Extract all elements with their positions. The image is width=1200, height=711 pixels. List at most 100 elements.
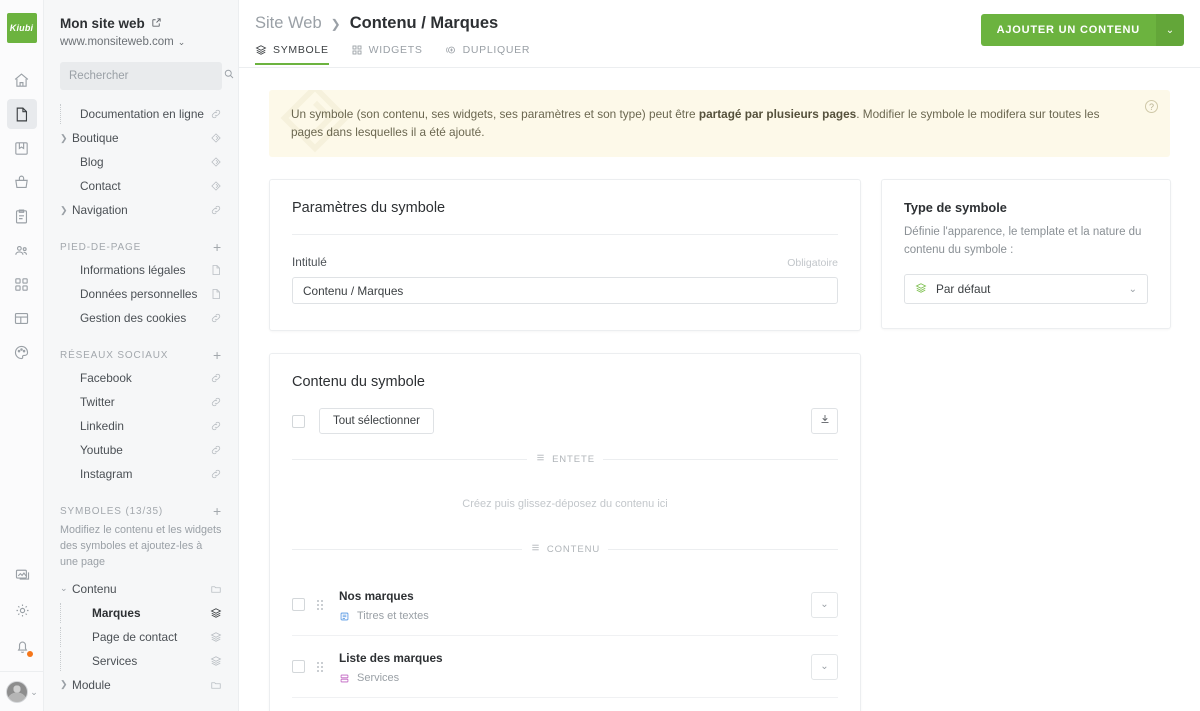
row-expand-button[interactable]: ⌄ xyxy=(811,591,838,618)
sidebar-item-module-folder[interactable]: ❯ Module xyxy=(60,673,222,697)
sidebar-nav-symbols: ⌄ Contenu Marques Page de contact Servic… xyxy=(60,577,222,697)
site-url-selector[interactable]: www.monsiteweb.com ⌄ xyxy=(60,36,222,48)
tab-symbole[interactable]: SYMBOLE xyxy=(255,44,329,65)
rail-item-notifications[interactable] xyxy=(7,631,37,661)
table-row[interactable]: Liste des marques Services ⌄ xyxy=(292,636,838,699)
users-icon xyxy=(13,242,30,259)
layers-icon xyxy=(210,607,222,619)
sidebar-item-boutique[interactable]: ❯ Boutique xyxy=(60,126,222,150)
zone-icon xyxy=(530,542,541,556)
sidebar-item-facebook[interactable]: Facebook xyxy=(60,366,222,390)
link-icon xyxy=(210,444,222,456)
sidebar-item-instagram[interactable]: Instagram xyxy=(60,462,222,486)
divider xyxy=(292,548,522,550)
rail-primary-icons xyxy=(6,65,37,367)
sidebar-item-youtube[interactable]: Youtube xyxy=(60,438,222,462)
sidebar-item-page-de-contact[interactable]: Page de contact xyxy=(60,625,222,649)
sidebar-item-label: Contenu xyxy=(72,581,117,596)
intitule-input[interactable] xyxy=(292,277,838,305)
user-menu[interactable]: ⌄ xyxy=(0,671,44,703)
section-header-footer: PIED-DE-PAGE + xyxy=(60,240,222,254)
chevron-down-icon: ⌄ xyxy=(30,686,38,697)
sidebar-item-documentation[interactable]: Documentation en ligne xyxy=(60,102,222,126)
search-input[interactable] xyxy=(69,70,223,82)
select-all-button[interactable]: Tout sélectionner xyxy=(319,408,434,435)
rail-item-design[interactable] xyxy=(7,337,37,367)
sidebar-item-contact[interactable]: Contact xyxy=(60,174,222,198)
tab-widgets[interactable]: WIDGETS xyxy=(351,44,423,65)
symbol-type-select[interactable]: Par défaut ⌄ xyxy=(904,274,1148,304)
document-icon xyxy=(13,106,30,123)
row-checkbox[interactable] xyxy=(292,598,305,612)
banner-text-bold: partagé par plusieurs pages xyxy=(698,107,857,121)
section-title: PIED-DE-PAGE xyxy=(60,241,142,253)
chevron-right-icon[interactable]: ❯ xyxy=(60,133,72,144)
sidebar-item-twitter[interactable]: Twitter xyxy=(60,390,222,414)
rail-item-home[interactable] xyxy=(7,65,37,95)
breadcrumb-root[interactable]: Site Web xyxy=(255,14,322,33)
search-box[interactable] xyxy=(60,62,234,90)
chevron-down-icon: ⌄ xyxy=(820,661,829,673)
zone-separator-contenu: CONTENU xyxy=(292,542,838,556)
intitule-label: Intitulé xyxy=(292,255,327,270)
chevron-right-icon[interactable]: ❯ xyxy=(60,679,72,690)
symbol-type-card: Type de symbole Définie l'apparence, le … xyxy=(881,179,1171,329)
help-icon[interactable]: ? xyxy=(1145,100,1158,113)
add-social-button[interactable]: + xyxy=(213,348,222,362)
sidebar-item-informations-legales[interactable]: Informations légales xyxy=(60,258,222,282)
rail-item-mise-en-page[interactable] xyxy=(7,303,37,333)
export-button[interactable] xyxy=(811,408,838,435)
select-all-checkbox[interactable] xyxy=(292,414,305,428)
sidebar-item-contenu-folder[interactable]: ⌄ Contenu xyxy=(60,577,222,601)
row-checkbox[interactable] xyxy=(292,660,305,674)
sidebar-item-navigation[interactable]: ❯ Navigation xyxy=(60,198,222,222)
page-title: Contenu / Marques xyxy=(349,14,499,32)
sidebar-item-services[interactable]: Services xyxy=(60,649,222,673)
sidebar-item-blog[interactable]: Blog xyxy=(60,150,222,174)
drag-handle-icon[interactable] xyxy=(317,661,327,672)
link-icon xyxy=(210,468,222,480)
row-expand-button[interactable]: ⌄ xyxy=(811,653,838,680)
tab-dupliquer[interactable]: DUPLIQUER xyxy=(445,44,531,65)
sidebar-item-marques[interactable]: Marques xyxy=(60,601,222,625)
dropzone-entete[interactable]: Créez puis glissez-déposez du contenu ic… xyxy=(292,484,838,524)
divider xyxy=(292,234,838,236)
rail-item-settings[interactable] xyxy=(7,595,37,625)
rail-item-modules[interactable] xyxy=(7,269,37,299)
table-row[interactable]: Nos marques Titres et textes ⌄ xyxy=(292,574,838,637)
external-link-icon[interactable] xyxy=(151,16,162,31)
add-footer-page-button[interactable]: + xyxy=(213,240,222,254)
content-card-title: Contenu du symbole xyxy=(292,374,425,391)
app-logo[interactable]: Kiubi xyxy=(6,13,37,43)
link-icon xyxy=(210,108,222,120)
add-content-label: AJOUTER UN CONTENU xyxy=(980,14,1156,46)
row-title: Nos marques xyxy=(339,589,414,604)
rail-item-commandes[interactable] xyxy=(7,201,37,231)
text-block-icon xyxy=(339,611,350,622)
chevron-right-icon[interactable]: ❯ xyxy=(60,205,72,216)
settings-card-title: Paramètres du symbole xyxy=(292,200,446,217)
add-symbol-button[interactable]: + xyxy=(213,504,222,518)
rail-item-site-web[interactable] xyxy=(6,99,37,129)
sidebar-item-donnees-personnelles[interactable]: Données personnelles xyxy=(60,282,222,306)
sidebar-item-label: Gestion des cookies xyxy=(80,311,187,325)
rail-item-clients[interactable] xyxy=(7,235,37,265)
add-content-button[interactable]: AJOUTER UN CONTENU ⌄ xyxy=(980,14,1184,46)
type-card-title: Type de symbole xyxy=(904,200,1007,216)
sidebar-item-gestion-cookies[interactable]: Gestion des cookies xyxy=(60,306,222,330)
rail-item-catalogue[interactable] xyxy=(7,133,37,163)
search-icon xyxy=(223,67,235,85)
divider xyxy=(602,458,839,460)
add-content-dropdown-toggle[interactable]: ⌄ xyxy=(1156,14,1184,46)
drag-handle-icon[interactable] xyxy=(317,599,327,610)
chevron-down-icon[interactable]: ⌄ xyxy=(60,583,72,594)
rail-item-media[interactable] xyxy=(7,559,37,589)
grid-icon xyxy=(351,44,363,56)
layers-icon xyxy=(210,631,222,643)
gear-icon xyxy=(14,602,31,619)
site-title-row[interactable]: Mon site web xyxy=(60,16,222,31)
rail-item-boutique[interactable] xyxy=(7,167,37,197)
sidebar-item-linkedin[interactable]: Linkedin xyxy=(60,414,222,438)
sidebar-nav-primary: Documentation en ligne ❯ Boutique Blog C… xyxy=(60,102,222,222)
sidebar-item-label: Informations légales xyxy=(80,263,186,277)
